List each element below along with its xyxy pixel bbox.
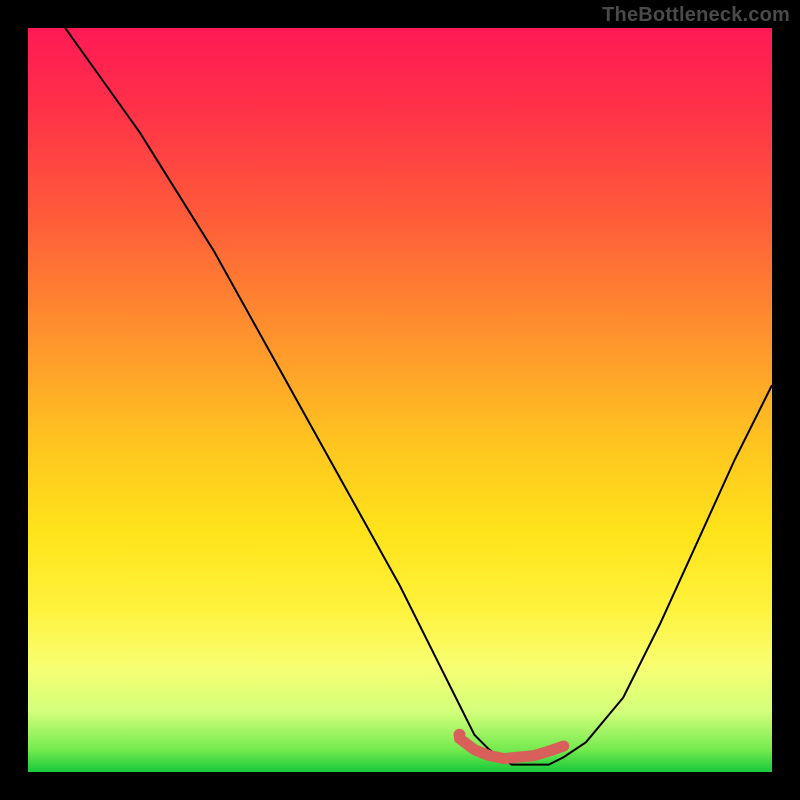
bottleneck-curve [65,28,772,765]
chart-frame: TheBottleneck.com [0,0,800,800]
highlight-segment [460,739,564,759]
plot-svg [28,28,772,772]
plot-area [28,28,772,772]
highlight-marker [454,729,466,741]
watermark-text: TheBottleneck.com [602,4,790,27]
